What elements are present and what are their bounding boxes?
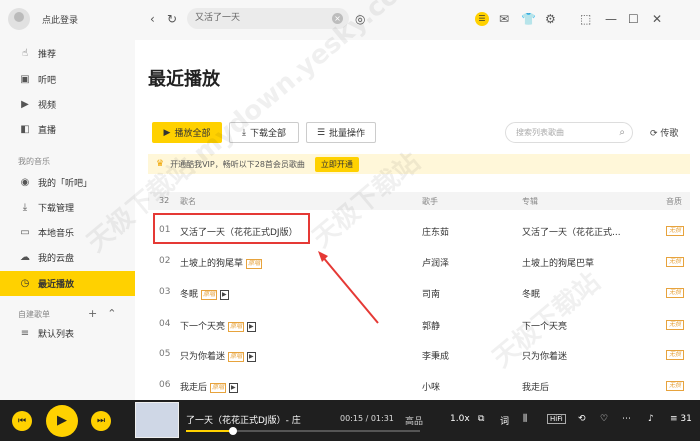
- progress-handle[interactable]: [228, 427, 237, 435]
- playlist-count[interactable]: ≡ 31: [670, 414, 692, 424]
- hifi-button[interactable]: HiFi: [547, 414, 566, 424]
- progress-bar[interactable]: [186, 427, 420, 435]
- previous-button[interactable]: ⏮: [12, 411, 32, 431]
- play-button[interactable]: ▶: [46, 405, 78, 437]
- speed-button[interactable]: 1.0x: [450, 414, 470, 424]
- progress-fill: [186, 430, 233, 432]
- now-playing-title[interactable]: 了一天（花花正式DJ版）- 庄: [186, 413, 301, 426]
- like-icon[interactable]: ♡: [600, 414, 608, 424]
- screen-icon[interactable]: ⧉: [478, 414, 484, 424]
- more-icon[interactable]: ⋯: [622, 414, 631, 424]
- lyrics-icon[interactable]: 词: [500, 414, 509, 427]
- equalizer-icon[interactable]: ⫼: [523, 414, 527, 424]
- queue-count: 31: [680, 414, 692, 424]
- next-button[interactable]: ⏭: [91, 411, 111, 431]
- quality-select[interactable]: 高品: [405, 414, 423, 427]
- repeat-icon[interactable]: ⟲: [578, 414, 586, 424]
- annotation-arrow: [318, 251, 379, 324]
- album-cover[interactable]: [135, 402, 179, 438]
- volume-icon[interactable]: ♪: [648, 414, 654, 424]
- queue-icon: ≡: [670, 414, 678, 424]
- play-time: 00:15 / 01:31: [340, 414, 394, 423]
